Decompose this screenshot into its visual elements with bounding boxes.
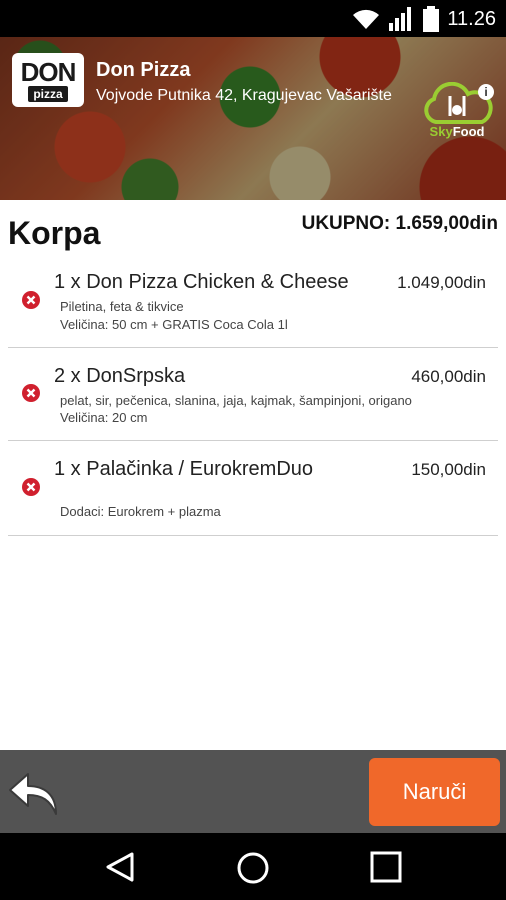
cart-total: UKUPNO: 1.659,00din	[301, 213, 498, 234]
item-name: 1 x Palačinka / EurokremDuo	[54, 458, 314, 480]
nav-home-icon[interactable]	[236, 851, 270, 885]
cart-item: 1 x Don Pizza Chicken & Cheese 1.049,00d…	[8, 258, 498, 348]
cart-item: 1 x Palačinka / EurokremDuo 150,00din Do…	[8, 440, 498, 536]
skyfood-sky-text: Sky	[429, 124, 453, 139]
nav-back-icon[interactable]	[104, 851, 136, 883]
item-price: 1.049,00din	[397, 273, 486, 292]
item-detail: pelat, sir, pečenica, slanina, jaja, kaj…	[60, 393, 412, 408]
status-bar: 11.26	[0, 0, 506, 37]
cart-title: Korpa	[8, 215, 101, 251]
cart-item: 2 x DonSrpska 460,00din pelat, sir, peče…	[8, 347, 498, 441]
restaurant-logo: DON pizza	[12, 53, 84, 107]
wifi-icon	[353, 9, 380, 29]
restaurant-name: Don Pizza	[96, 59, 191, 81]
battery-icon	[423, 6, 440, 32]
order-button[interactable]: Naruči	[369, 758, 500, 826]
restaurant-address: Vojvode Putnika 42, Kragujevac Vašarište	[96, 87, 392, 104]
item-size: Veličina: 20 cm	[60, 410, 148, 425]
item-detail: Piletina, feta & tikvice	[60, 299, 184, 314]
item-addons: Dodaci: Eurokrem + plazma	[60, 504, 221, 519]
skyfood-food-text: Food	[452, 124, 485, 139]
back-arrow-icon[interactable]	[6, 768, 62, 818]
logo-text-bottom: pizza	[28, 86, 68, 102]
navigation-bar	[0, 833, 506, 900]
nav-recents-icon[interactable]	[370, 851, 402, 883]
remove-item-icon[interactable]	[22, 478, 40, 496]
signal-icon	[389, 7, 412, 31]
item-name: 1 x Don Pizza Chicken & Cheese	[54, 271, 349, 293]
item-name: 2 x DonSrpska	[54, 365, 186, 387]
item-price: 150,00din	[411, 460, 486, 479]
logo-text-top: DON	[20, 57, 77, 87]
remove-item-icon[interactable]	[22, 291, 40, 309]
remove-item-icon[interactable]	[22, 384, 40, 402]
status-icons: 11.26	[351, 6, 496, 32]
item-size: Veličina: 50 cm + GRATIS Coca Cola 1l	[60, 317, 288, 332]
item-price: 460,00din	[411, 367, 486, 386]
clock: 11.26	[447, 7, 496, 30]
info-icon[interactable]: i	[478, 84, 494, 100]
